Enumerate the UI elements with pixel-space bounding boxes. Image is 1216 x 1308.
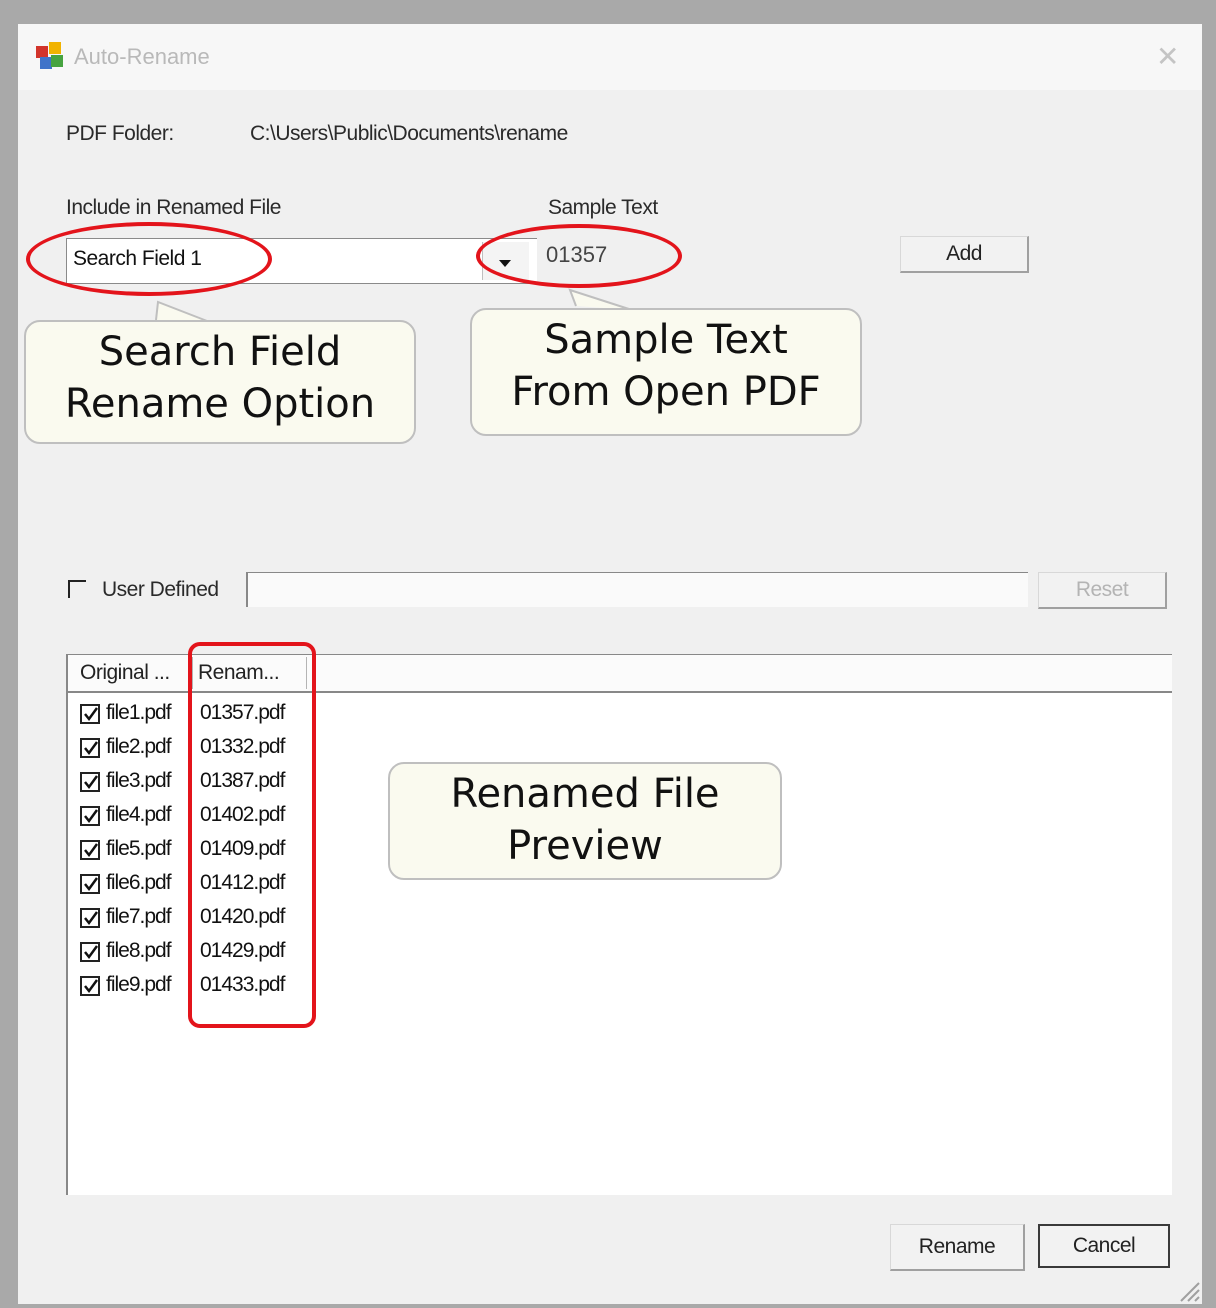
check-icon xyxy=(84,877,99,892)
check-icon xyxy=(84,741,99,756)
file-checkbox[interactable] xyxy=(80,840,100,860)
file-checkbox[interactable] xyxy=(80,704,100,724)
check-icon xyxy=(84,775,99,790)
check-icon xyxy=(84,979,99,994)
check-icon xyxy=(84,707,99,722)
check-icon xyxy=(84,945,99,960)
cancel-button[interactable]: Cancel xyxy=(1038,1224,1170,1268)
auto-rename-dialog: Auto-Rename ✕ PDF Folder: C:\Users\Publi… xyxy=(18,24,1202,1304)
user-defined-checkbox[interactable] xyxy=(68,580,86,598)
file-checkbox[interactable] xyxy=(80,942,100,962)
original-filename: file7.pdf xyxy=(106,905,172,928)
original-filename: file6.pdf xyxy=(106,871,172,894)
file-checkbox[interactable] xyxy=(80,772,100,792)
callout-sample-text: Sample Text From Open PDF xyxy=(470,308,862,436)
callout-search-field-line1: Search Field xyxy=(98,329,342,375)
original-filename: file2.pdf xyxy=(106,735,172,758)
file-checkbox[interactable] xyxy=(80,908,100,928)
check-icon xyxy=(84,911,99,926)
callout-renamed-preview-line1: Renamed File xyxy=(450,771,720,817)
original-filename: file8.pdf xyxy=(106,939,172,962)
user-defined-label: User Defined xyxy=(102,578,219,601)
rename-button[interactable]: Rename xyxy=(890,1224,1025,1271)
file-checkbox[interactable] xyxy=(80,874,100,894)
callout-search-field-line2: Rename Option xyxy=(64,381,376,427)
file-checkbox[interactable] xyxy=(80,738,100,758)
original-filename: file4.pdf xyxy=(106,803,172,826)
original-filename: file1.pdf xyxy=(106,701,172,724)
original-filename: file5.pdf xyxy=(106,837,172,860)
user-defined-input[interactable] xyxy=(246,572,1028,607)
callout-sample-text-line1: Sample Text xyxy=(544,317,788,363)
highlight-box-renamed-column xyxy=(188,642,316,1028)
callout-renamed-preview-line2: Preview xyxy=(507,823,663,869)
check-icon xyxy=(84,809,99,824)
callout-search-field: Search Field Rename Option xyxy=(24,320,416,444)
original-filename: file3.pdf xyxy=(106,769,172,792)
column-original[interactable]: Original ... xyxy=(80,661,170,685)
file-checkbox[interactable] xyxy=(80,806,100,826)
callout-renamed-preview: Renamed File Preview xyxy=(388,762,782,880)
resize-grip-icon[interactable] xyxy=(1178,1280,1200,1302)
file-checkbox[interactable] xyxy=(80,976,100,996)
check-icon xyxy=(84,843,99,858)
original-filename: file9.pdf xyxy=(106,973,172,996)
reset-button[interactable]: Reset xyxy=(1038,572,1167,609)
callout-sample-text-line2: From Open PDF xyxy=(511,369,821,415)
